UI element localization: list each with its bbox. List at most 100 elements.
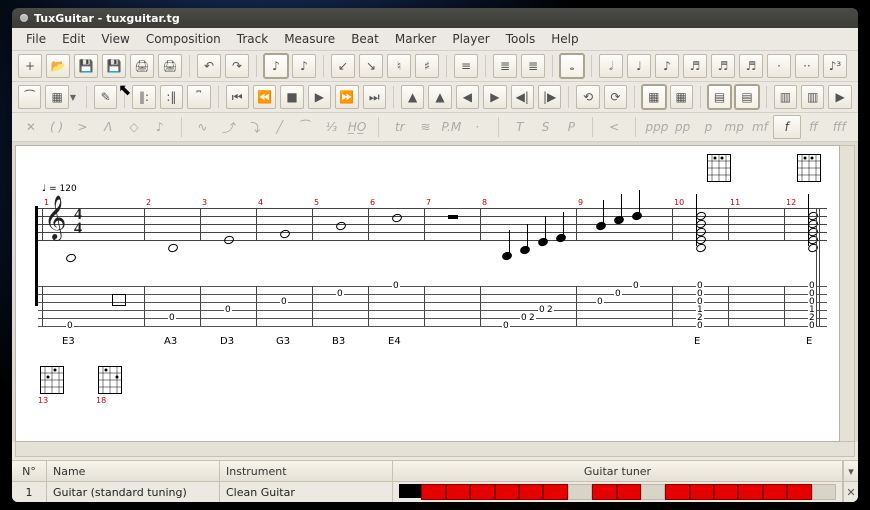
ghost-note-icon[interactable]: ( ) [44, 116, 70, 138]
score-icon[interactable]: ≣ [493, 54, 517, 78]
tuner-block[interactable] [690, 484, 714, 500]
col-tuner[interactable]: Guitar tuner [393, 461, 843, 481]
pp-icon[interactable]: pp [670, 116, 696, 138]
tuplet-icon[interactable]: ♪³ [823, 54, 847, 78]
new-icon[interactable]: + [18, 54, 42, 78]
tuner-block[interactable] [738, 484, 762, 500]
whole-note-icon[interactable]: 𝅝 [560, 54, 584, 78]
marker-last-icon[interactable]: |▶ [538, 85, 561, 109]
sixteenth-note-icon[interactable]: ♬ [683, 54, 707, 78]
fff-icon[interactable]: fff [826, 116, 852, 138]
quarter-note-icon[interactable]: ♩ [627, 54, 651, 78]
tuner-block[interactable] [812, 484, 836, 500]
play-icon[interactable]: ▶ [308, 85, 331, 109]
track-number[interactable]: 1 [12, 482, 47, 502]
save-icon[interactable]: 💾 [74, 54, 98, 78]
vibrato-icon[interactable]: ∿ [190, 116, 216, 138]
tuner-block[interactable] [519, 484, 543, 500]
ho-icon[interactable]: H̲O̲ [344, 116, 370, 138]
open-icon[interactable]: 📂 [46, 54, 70, 78]
menu-marker[interactable]: Marker [387, 30, 444, 48]
track-name[interactable]: Guitar (standard tuning) [47, 482, 220, 502]
f-icon[interactable]: f [773, 115, 801, 139]
menu-help[interactable]: Help [543, 30, 586, 48]
undo-icon[interactable]: ↶ [197, 54, 221, 78]
ff-icon[interactable]: ff [801, 116, 827, 138]
p-icon[interactable]: p [696, 116, 722, 138]
mp-icon[interactable]: mp [721, 116, 747, 138]
tuner-block[interactable] [787, 484, 811, 500]
col-number[interactable]: N° [12, 461, 47, 481]
chevron-down-icon[interactable]: ▾ [843, 461, 858, 481]
select-mode-icon[interactable]: ♪ [292, 54, 316, 78]
tuner-block[interactable] [617, 484, 641, 500]
close-icon[interactable]: ✕ [843, 482, 858, 502]
transport-icon[interactable]: ▦ [670, 85, 693, 109]
eighth-note-icon[interactable]: ♪ [655, 54, 679, 78]
marker-add-icon[interactable]: ▲ [401, 85, 424, 109]
repeat-alt-icon[interactable]: ⎴ [187, 85, 210, 109]
track-tuner[interactable] [393, 482, 843, 502]
first-icon[interactable]: ⏮ [226, 85, 249, 109]
matrix-icon[interactable]: ▤ [735, 85, 758, 109]
accent-icon[interactable]: > [70, 116, 96, 138]
repeat-close-icon[interactable]: :‖ [160, 85, 183, 109]
menu-file[interactable]: File [18, 30, 54, 48]
dead-note-icon[interactable]: ✕ [18, 116, 44, 138]
next-icon[interactable]: ⏩ [335, 85, 358, 109]
menu-view[interactable]: View [93, 30, 137, 48]
harmonic-icon[interactable]: ◇ [121, 116, 147, 138]
slapping-icon[interactable]: S [533, 116, 559, 138]
edit-mode-icon[interactable]: ♪ [264, 54, 288, 78]
half-note-icon[interactable]: 𝅗𝅥 [599, 54, 623, 78]
loop-end-icon[interactable]: ⟳ [604, 85, 627, 109]
sixtyfourth-note-icon[interactable]: ♬ [739, 54, 763, 78]
tuner-block[interactable] [399, 484, 421, 498]
bend-icon[interactable]: ⤴ [215, 116, 241, 138]
fade-in-icon[interactable]: < [601, 116, 627, 138]
last-icon[interactable]: ⏭ [363, 85, 386, 109]
score-canvas[interactable]: ♩ = 120 𝄞 44 [15, 145, 840, 442]
tuner-block[interactable] [421, 484, 445, 500]
print-icon[interactable]: 🖨 [130, 54, 154, 78]
titlebar[interactable]: TuxGuitar - tuxguitar.tg [12, 8, 858, 28]
menu-player[interactable]: Player [444, 30, 497, 48]
menu-track[interactable]: Track [229, 30, 276, 48]
menu-beat[interactable]: Beat [343, 30, 387, 48]
tie-icon[interactable]: ⁀ [18, 85, 41, 109]
grace-icon[interactable]: ♪ [147, 116, 173, 138]
fretboard-icon[interactable]: ▥ [774, 85, 797, 109]
repeat-open-icon[interactable]: ‖: [132, 85, 155, 109]
print-preview-icon[interactable]: 🖨 [158, 54, 182, 78]
palm-mute-icon[interactable]: P.M [438, 116, 464, 138]
menu-composition[interactable]: Composition [138, 30, 229, 48]
tuner-block[interactable] [714, 484, 738, 500]
text-icon[interactable]: ✎ [94, 85, 117, 109]
marker-list-icon[interactable]: ▲ [428, 85, 451, 109]
browser-icon[interactable]: ▤ [708, 85, 731, 109]
tuner-block[interactable] [592, 484, 616, 500]
col-name[interactable]: Name [47, 461, 220, 481]
stop-icon[interactable]: ■ [280, 85, 303, 109]
chord-icon[interactable]: ▦ [45, 85, 68, 109]
tremolo-icon[interactable]: ⤵ [241, 116, 267, 138]
menu-edit[interactable]: Edit [54, 30, 93, 48]
double-dotted-icon[interactable]: ·· [795, 54, 819, 78]
tremolo-pick-icon[interactable]: ≋ [413, 116, 439, 138]
loop-start-icon[interactable]: ⟲ [576, 85, 599, 109]
piano-icon[interactable]: ▥ [801, 85, 824, 109]
menu-tools[interactable]: Tools [498, 30, 544, 48]
mf-icon[interactable]: mf [747, 116, 773, 138]
window-control-icon[interactable] [20, 14, 28, 22]
tuner-block[interactable] [495, 484, 519, 500]
tuner-block[interactable] [470, 484, 494, 500]
track-instrument[interactable]: Clean Guitar [220, 482, 393, 502]
staccato-icon[interactable]: · [464, 116, 490, 138]
menu-measure[interactable]: Measure [276, 30, 343, 48]
trill-icon[interactable]: tr [387, 116, 413, 138]
slide-icon[interactable]: ╱ [267, 116, 293, 138]
hammer-icon[interactable]: ⁀ [293, 116, 319, 138]
dotted-icon[interactable]: · [767, 54, 791, 78]
voice2-icon[interactable]: ↘ [359, 54, 383, 78]
tapping-icon[interactable]: T [507, 116, 533, 138]
